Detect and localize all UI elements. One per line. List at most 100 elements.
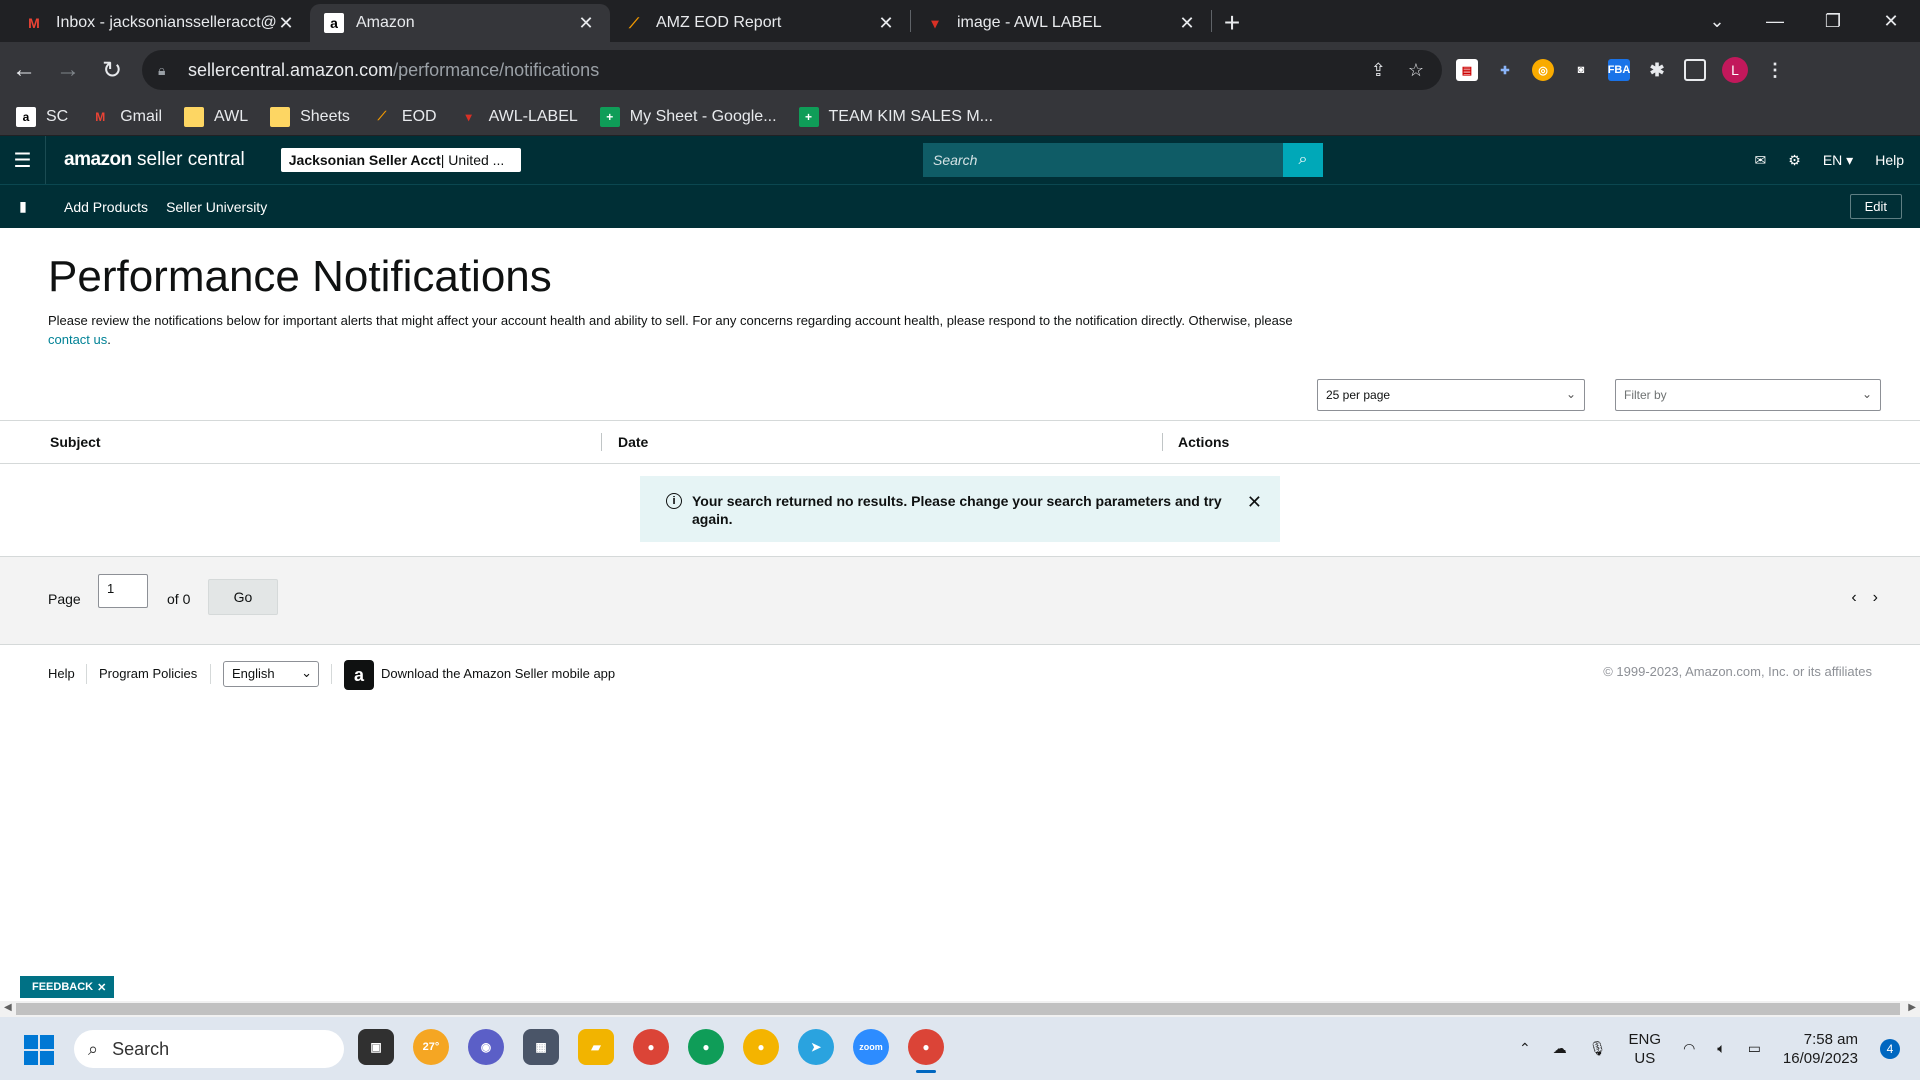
footer-divider	[210, 664, 211, 684]
amazon-app-icon[interactable]: a	[344, 660, 374, 690]
menu-icon[interactable]: ⋮	[1764, 59, 1786, 81]
footer-help-link[interactable]: Help	[48, 666, 75, 681]
go-button[interactable]: Go	[208, 579, 278, 615]
bookmark-sc[interactable]: a SC	[16, 106, 68, 127]
extension-icon[interactable]: ◎	[1532, 59, 1554, 81]
close-icon[interactable]: ✕	[576, 13, 596, 33]
star-icon[interactable]: ☆	[1408, 60, 1424, 81]
gear-icon[interactable]: ⚙	[1788, 152, 1801, 169]
chrome-icon[interactable]: ●	[633, 1029, 669, 1065]
address-bar[interactable]: 🔒︎ sellercentral.amazon.com /performance…	[142, 50, 1442, 90]
close-icon[interactable]: ✕	[1177, 13, 1197, 33]
scroll-right-icon[interactable]: ▶	[1908, 1002, 1916, 1013]
close-icon[interactable]: ✕	[1247, 492, 1262, 513]
account-switcher[interactable]: Jacksonian Seller Acct | United ...	[280, 148, 521, 172]
column-date[interactable]: Date	[618, 434, 648, 450]
minimize-icon[interactable]: —	[1746, 11, 1804, 32]
chrome-icon[interactable]: ●	[688, 1029, 724, 1065]
chevron-right-icon[interactable]: ›	[1873, 589, 1878, 607]
notification-badge[interactable]: 4	[1880, 1038, 1900, 1059]
chevron-up-icon[interactable]: ⌃	[1519, 1040, 1531, 1057]
chrome-icon[interactable]: ●	[743, 1029, 779, 1065]
extension-icon[interactable]: ▤	[1456, 59, 1478, 81]
extension-icon[interactable]: ✚	[1494, 59, 1516, 81]
wifi-icon[interactable]: ◠	[1683, 1040, 1695, 1057]
bookmark-awl-label[interactable]: ▾ AWL-LABEL	[459, 107, 578, 127]
bookmark-sheets[interactable]: Sheets	[270, 106, 350, 127]
bookmark-icon[interactable]: ▮	[0, 198, 46, 215]
sidepanel-icon[interactable]	[1684, 59, 1706, 81]
seller-university-link[interactable]: Seller University	[166, 199, 267, 215]
back-icon[interactable]: ←	[4, 50, 44, 90]
tab-gmail[interactable]: M Inbox - jacksoniansselleracct@gm ✕	[10, 4, 310, 42]
tab-amazon[interactable]: a Amazon ✕	[310, 4, 610, 42]
close-icon[interactable]: ✕	[97, 981, 106, 994]
download-app-link[interactable]: Download the Amazon Seller mobile app	[381, 666, 615, 681]
volume-icon[interactable]: 🔈︎	[1717, 1040, 1725, 1057]
new-tab-button[interactable]: +	[1212, 4, 1252, 42]
page-footer: Help Program Policies English ⌄ a Downloa…	[0, 645, 1920, 705]
clock[interactable]: 7:58 am 16/09/2023	[1783, 1030, 1858, 1068]
filter-select[interactable]: Filter by ⌄	[1615, 379, 1881, 411]
search-input[interactable]: Search	[923, 152, 1283, 168]
url-host: sellercentral.amazon.com	[188, 59, 394, 80]
scrollbar-thumb[interactable]	[16, 1003, 1900, 1015]
bookmark-gmail[interactable]: M Gmail	[90, 107, 162, 127]
tab-search-icon[interactable]: ⌄	[1688, 11, 1746, 32]
page-label: Page	[48, 591, 81, 607]
hamburger-menu-icon[interactable]: ☰	[0, 136, 46, 184]
per-page-select[interactable]: 25 per page ⌄	[1317, 379, 1585, 411]
puzzle-icon[interactable]: ✱	[1646, 59, 1668, 81]
close-icon[interactable]: ✕	[276, 13, 296, 33]
calculator-icon[interactable]: ▦	[523, 1029, 559, 1065]
chat-icon[interactable]: ◉	[468, 1029, 504, 1065]
zoom-icon[interactable]: zoom	[853, 1029, 889, 1065]
camera-icon[interactable]: ◙	[1570, 59, 1592, 81]
page-number-input[interactable]: 1	[98, 574, 148, 608]
add-products-link[interactable]: Add Products	[64, 199, 148, 215]
footer-language-select[interactable]: English ⌄	[223, 661, 319, 687]
bookmark-awl[interactable]: AWL	[184, 106, 248, 127]
tab-awl-label[interactable]: ▾ image - AWL LABEL ✕	[911, 4, 1211, 42]
feedback-button[interactable]: FEEDBACK ✕	[20, 976, 114, 998]
seller-central-logo[interactable]: amazon seller central	[64, 149, 245, 171]
bookmark-label: My Sheet - Google...	[629, 107, 777, 125]
taskbar-search[interactable]: ⌕ Search	[74, 1030, 344, 1068]
extension-icon[interactable]: FBA	[1608, 59, 1630, 81]
program-policies-link[interactable]: Program Policies	[99, 666, 197, 681]
file-explorer-icon[interactable]: ▰	[578, 1029, 614, 1065]
scroll-left-icon[interactable]: ◀	[4, 1002, 12, 1013]
close-icon[interactable]: ✕	[876, 13, 896, 33]
battery-icon[interactable]: ▭	[1748, 1040, 1761, 1057]
bookmark-team-kim[interactable]: + TEAM KIM SALES M...	[798, 106, 993, 127]
windows-start-icon[interactable]	[24, 1035, 54, 1065]
chevron-left-icon[interactable]: ‹	[1851, 589, 1856, 607]
forward-icon[interactable]: →	[48, 50, 88, 90]
mail-icon[interactable]: ✉	[1755, 152, 1767, 169]
language-selector[interactable]: EN ▾	[1823, 152, 1853, 169]
window-close-icon[interactable]: ✕	[1862, 11, 1920, 32]
microphone-icon[interactable]: 🎙︎	[1589, 1040, 1607, 1057]
tab-eod-report[interactable]: ⟋ AMZ EOD Report ✕	[610, 4, 910, 42]
reload-icon[interactable]: ↻	[92, 50, 132, 90]
contact-us-link[interactable]: contact us	[48, 332, 107, 347]
page-title: Performance Notifications	[48, 252, 552, 301]
weather-icon[interactable]: 27°	[413, 1029, 449, 1065]
bookmark-my-sheet[interactable]: + My Sheet - Google...	[599, 106, 777, 127]
restore-icon[interactable]: ❐	[1804, 11, 1862, 32]
horizontal-scrollbar[interactable]: ◀ ▶	[0, 1001, 1920, 1017]
chrome-icon[interactable]: ●	[908, 1029, 944, 1073]
table-header: Subject Date Actions	[0, 420, 1920, 464]
column-subject[interactable]: Subject	[50, 434, 101, 450]
cloud-icon[interactable]: ☁	[1553, 1040, 1567, 1057]
input-language[interactable]: ENG US	[1629, 1030, 1662, 1068]
search-icon[interactable]: ⌕	[1283, 143, 1323, 177]
telegram-icon[interactable]: ➤	[798, 1029, 834, 1065]
bookmark-eod[interactable]: ⟋ EOD	[372, 107, 437, 127]
help-link[interactable]: Help	[1875, 152, 1904, 168]
task-view-icon[interactable]: ▣	[358, 1029, 394, 1065]
edit-button[interactable]: Edit	[1849, 194, 1902, 219]
sheets-icon: +	[798, 106, 819, 127]
avatar[interactable]: L	[1722, 57, 1748, 83]
share-icon[interactable]: ⇪	[1371, 60, 1386, 81]
